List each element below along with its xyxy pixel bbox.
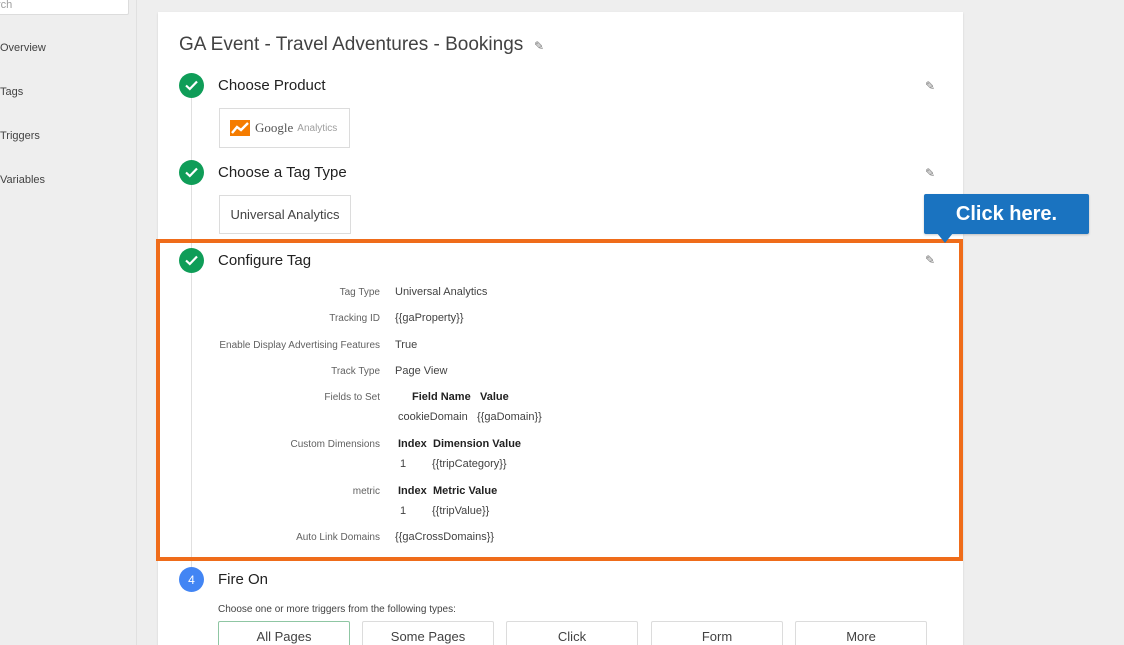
product-google-text: Google (255, 120, 294, 135)
callout-pointer (937, 233, 953, 243)
fire-on-hint: Choose one or more triggers from the fol… (218, 604, 456, 615)
sidebar-item-variables[interactable]: Variables (0, 174, 45, 186)
product-analytics-text: Analytics (297, 122, 338, 134)
sidebar-item-overview[interactable]: Overview (0, 42, 46, 54)
trigger-form-button[interactable]: Form (651, 621, 783, 645)
product-chip[interactable]: Google Analytics (219, 108, 350, 148)
edit-tag-type-icon[interactable]: ✎ (925, 166, 935, 180)
click-here-callout: Click here. (924, 194, 1089, 234)
step-choose-product: Choose Product (218, 77, 326, 94)
step-fire-on: Fire On (218, 571, 269, 588)
trigger-all-pages-button[interactable]: All Pages (218, 621, 350, 645)
sidebar-item-triggers[interactable]: Triggers (0, 130, 40, 142)
tag-type-chip[interactable]: Universal Analytics (219, 195, 351, 234)
sidebar: rch Overview Tags Triggers Variables (0, 0, 137, 645)
step-choose-tag-type: Choose a Tag Type (218, 164, 347, 181)
trigger-some-pages-button[interactable]: Some Pages (362, 621, 494, 645)
trigger-click-button[interactable]: Click (506, 621, 638, 645)
check-icon (179, 160, 204, 185)
configure-tag-highlight (156, 239, 963, 561)
sidebar-item-tags[interactable]: Tags (0, 86, 23, 98)
step-number-badge: 4 (179, 567, 204, 592)
check-icon (179, 73, 204, 98)
edit-title-icon[interactable]: ✎ (534, 39, 544, 53)
google-analytics-logo-icon (230, 120, 250, 136)
trigger-more-button[interactable]: More (795, 621, 927, 645)
search-input[interactable]: rch (0, 0, 129, 15)
tag-title: GA Event - Travel Adventures - Bookings (179, 34, 524, 55)
edit-product-icon[interactable]: ✎ (925, 79, 935, 93)
